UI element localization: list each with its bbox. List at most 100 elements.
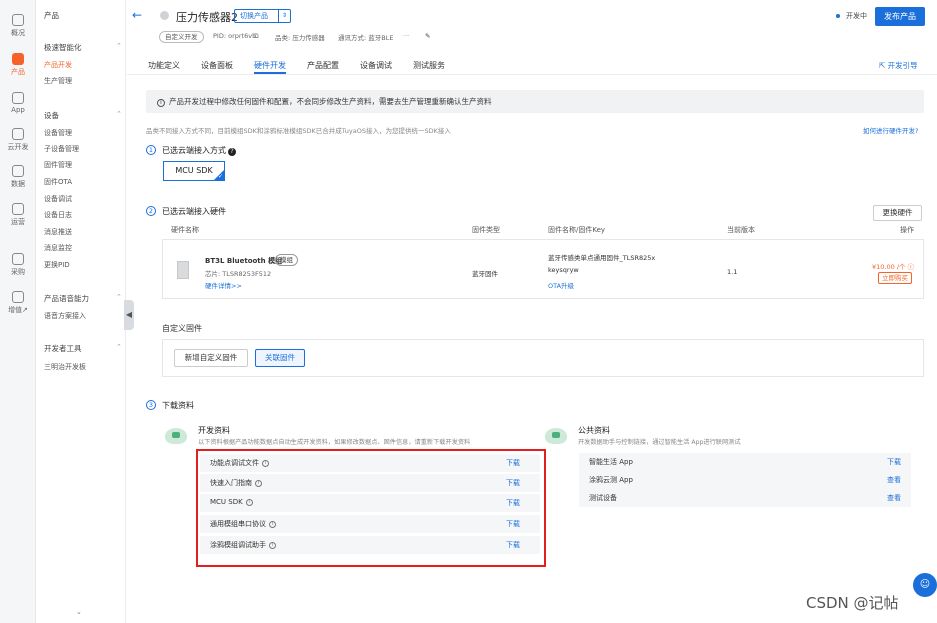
view-link[interactable]: 查看	[887, 493, 901, 503]
col-header-fw-type: 固件类型	[472, 226, 500, 234]
sidebar-group-device[interactable]: 设备 ⌃	[44, 110, 122, 121]
module-name: BT3L Bluetooth 模组	[205, 257, 283, 265]
sidebar-item-product-dev[interactable]: 产品开发	[44, 60, 72, 70]
sidebar-item[interactable]: 子设备管理	[44, 144, 79, 154]
dev-mode-tag: 自定义开发	[159, 31, 204, 43]
buy-now-button[interactable]: 立即购买	[878, 272, 912, 284]
rail-item-purchase[interactable]: 采购	[0, 253, 36, 277]
sidebar-item[interactable]: 消息推送	[44, 227, 72, 237]
chevron-up-icon: ⌃	[116, 293, 122, 301]
check-icon: ✓	[217, 173, 223, 180]
sidebar-item[interactable]: 固件管理	[44, 160, 72, 170]
col-header-version: 当前版本	[727, 226, 755, 234]
row-label: 智能生活 App	[589, 458, 633, 466]
sidebar-title: 产品	[44, 11, 59, 20]
chart-icon	[12, 165, 24, 177]
help-chat-button[interactable]: ☺	[913, 573, 937, 597]
chevron-down-icon[interactable]: ⌄	[76, 608, 82, 616]
sidebar-group-voice[interactable]: 产品语音能力 ⌃	[44, 293, 122, 304]
rail-item-product[interactable]: 产品	[0, 53, 36, 77]
tab-config[interactable]: 产品配置	[307, 60, 339, 71]
diamond-icon	[12, 291, 24, 303]
hardware-details-link[interactable]: 硬件详情>>	[205, 280, 242, 290]
step-number: 1	[146, 145, 156, 155]
rail-item-value-added[interactable]: 增值↗	[0, 291, 36, 315]
col-header-action: 操作	[900, 226, 914, 234]
how-to-link[interactable]: 如何进行硬件开发?	[863, 125, 918, 135]
notice-banner: i 产品开发过程中修改任何固件和配置，不会同步修改生产资料，需要去生产管理重新确认…	[146, 90, 924, 113]
rail-label: 数据	[11, 180, 25, 188]
module-price: ¥10.00 /个 ⓘ	[872, 263, 915, 271]
rail-label: 概况	[11, 29, 25, 37]
public-docs-icon	[545, 428, 567, 444]
view-link[interactable]: 查看	[887, 475, 901, 485]
sidebar-group-label: 产品语音能力	[44, 294, 89, 303]
dev-docs-desc: 以下资料根据产品功能数据点自动生成开发资料，如果修改数据点、固件信息，请重新下载…	[198, 439, 471, 446]
product-icon	[12, 53, 24, 65]
switch-caret-icon: ⇕	[278, 10, 290, 22]
change-hardware-button[interactable]: 更换硬件	[873, 205, 922, 221]
edit-icon[interactable]: ✎	[425, 32, 430, 40]
rail-item-app[interactable]: App	[0, 92, 36, 114]
sidebar-item[interactable]: 固件OTA	[44, 177, 72, 187]
new-custom-fw-button[interactable]: 新增自定义固件	[174, 349, 248, 367]
chevron-up-icon: ⌃	[116, 110, 122, 118]
step-title: 下载资料	[162, 401, 194, 410]
more-icon[interactable]: ···	[403, 32, 409, 40]
hardware-row	[162, 239, 924, 299]
fw-version: 1.1	[727, 268, 738, 276]
category-text: 品类: 压力传感器	[275, 34, 325, 42]
tab-debug[interactable]: 设备调试	[360, 60, 392, 71]
dev-docs-icon	[165, 428, 187, 444]
sidebar-group-tools[interactable]: 开发者工具 ⌃	[44, 343, 122, 354]
secondary-sidebar: 产品 极速智能化 ⌃ 产品开发 生产管理 设备 ⌃ 设备管理 子设备管理 固件管理 …	[36, 0, 126, 623]
rail-label: 采购	[11, 268, 25, 276]
copy-icon[interactable]: ⧉	[254, 32, 259, 41]
sidebar-item[interactable]: 三明治开发板	[44, 362, 86, 372]
rail-item-operate[interactable]: 运营	[0, 203, 36, 227]
access-mode-label: MCU SDK	[175, 166, 213, 175]
sidebar-collapse-toggle[interactable]: ◀	[124, 300, 134, 330]
sidebar-item[interactable]: 设备管理	[44, 128, 72, 138]
back-arrow-icon[interactable]: ←	[132, 8, 142, 22]
help-icon[interactable]: ?	[228, 148, 236, 156]
notice-text: 产品开发过程中修改任何固件和配置，不会同步修改生产资料，需要去生产管理重新确认生…	[169, 97, 492, 106]
status-text: 开发中	[846, 12, 867, 20]
sidebar-item[interactable]: 设备调试	[44, 194, 72, 204]
sidebar-item[interactable]: 消息监控	[44, 243, 72, 253]
sidebar-item[interactable]: 语音方案接入	[44, 311, 86, 321]
row-label: 涂鸦云测 App	[589, 476, 633, 484]
highlight-box	[196, 449, 546, 567]
sidebar-item[interactable]: 更换PID	[44, 260, 70, 270]
sidebar-group-smart[interactable]: 极速智能化 ⌃	[44, 42, 122, 53]
sidebar-item[interactable]: 设备日志	[44, 210, 72, 220]
step-number: 3	[146, 400, 156, 410]
pid-text: PID: orprt6vb	[213, 32, 257, 40]
tab-function[interactable]: 功能定义	[148, 60, 180, 71]
rail-label: 产品	[11, 68, 25, 76]
cloud-icon	[12, 128, 24, 140]
ota-link[interactable]: OTA升级	[548, 280, 574, 290]
switch-product-button[interactable]: 切换产品 ⇕	[234, 9, 291, 23]
chevron-up-icon: ⌃	[116, 343, 122, 351]
status-dot	[836, 14, 840, 18]
access-mode-card[interactable]: MCU SDK ✓	[163, 161, 225, 181]
page-title: 压力传感器2	[176, 11, 238, 24]
rail-label: 增值↗	[8, 306, 28, 314]
rail-item-data[interactable]: 数据	[0, 165, 36, 189]
rail-item-overview[interactable]: 概况	[0, 14, 36, 38]
rail-item-cloud[interactable]: 云开发	[0, 128, 36, 152]
tab-hardware[interactable]: 硬件开发	[254, 60, 286, 71]
download-link[interactable]: 下载	[887, 457, 901, 467]
cart-icon	[12, 253, 24, 265]
link-fw-button[interactable]: 关联固件	[255, 349, 305, 367]
sidebar-item-production[interactable]: 生产管理	[44, 76, 72, 86]
switch-label: 切换产品	[240, 12, 268, 20]
tab-test[interactable]: 测试服务	[413, 60, 445, 71]
dev-guide-link[interactable]: ⇱ 开发引导	[879, 60, 918, 71]
tabs-divider	[127, 74, 937, 75]
product-avatar	[160, 11, 169, 20]
tab-panel[interactable]: 设备面板	[201, 60, 233, 71]
publish-button[interactable]: 发布产品	[875, 7, 925, 26]
step-title-text: 已选云端接入方式	[162, 146, 226, 155]
